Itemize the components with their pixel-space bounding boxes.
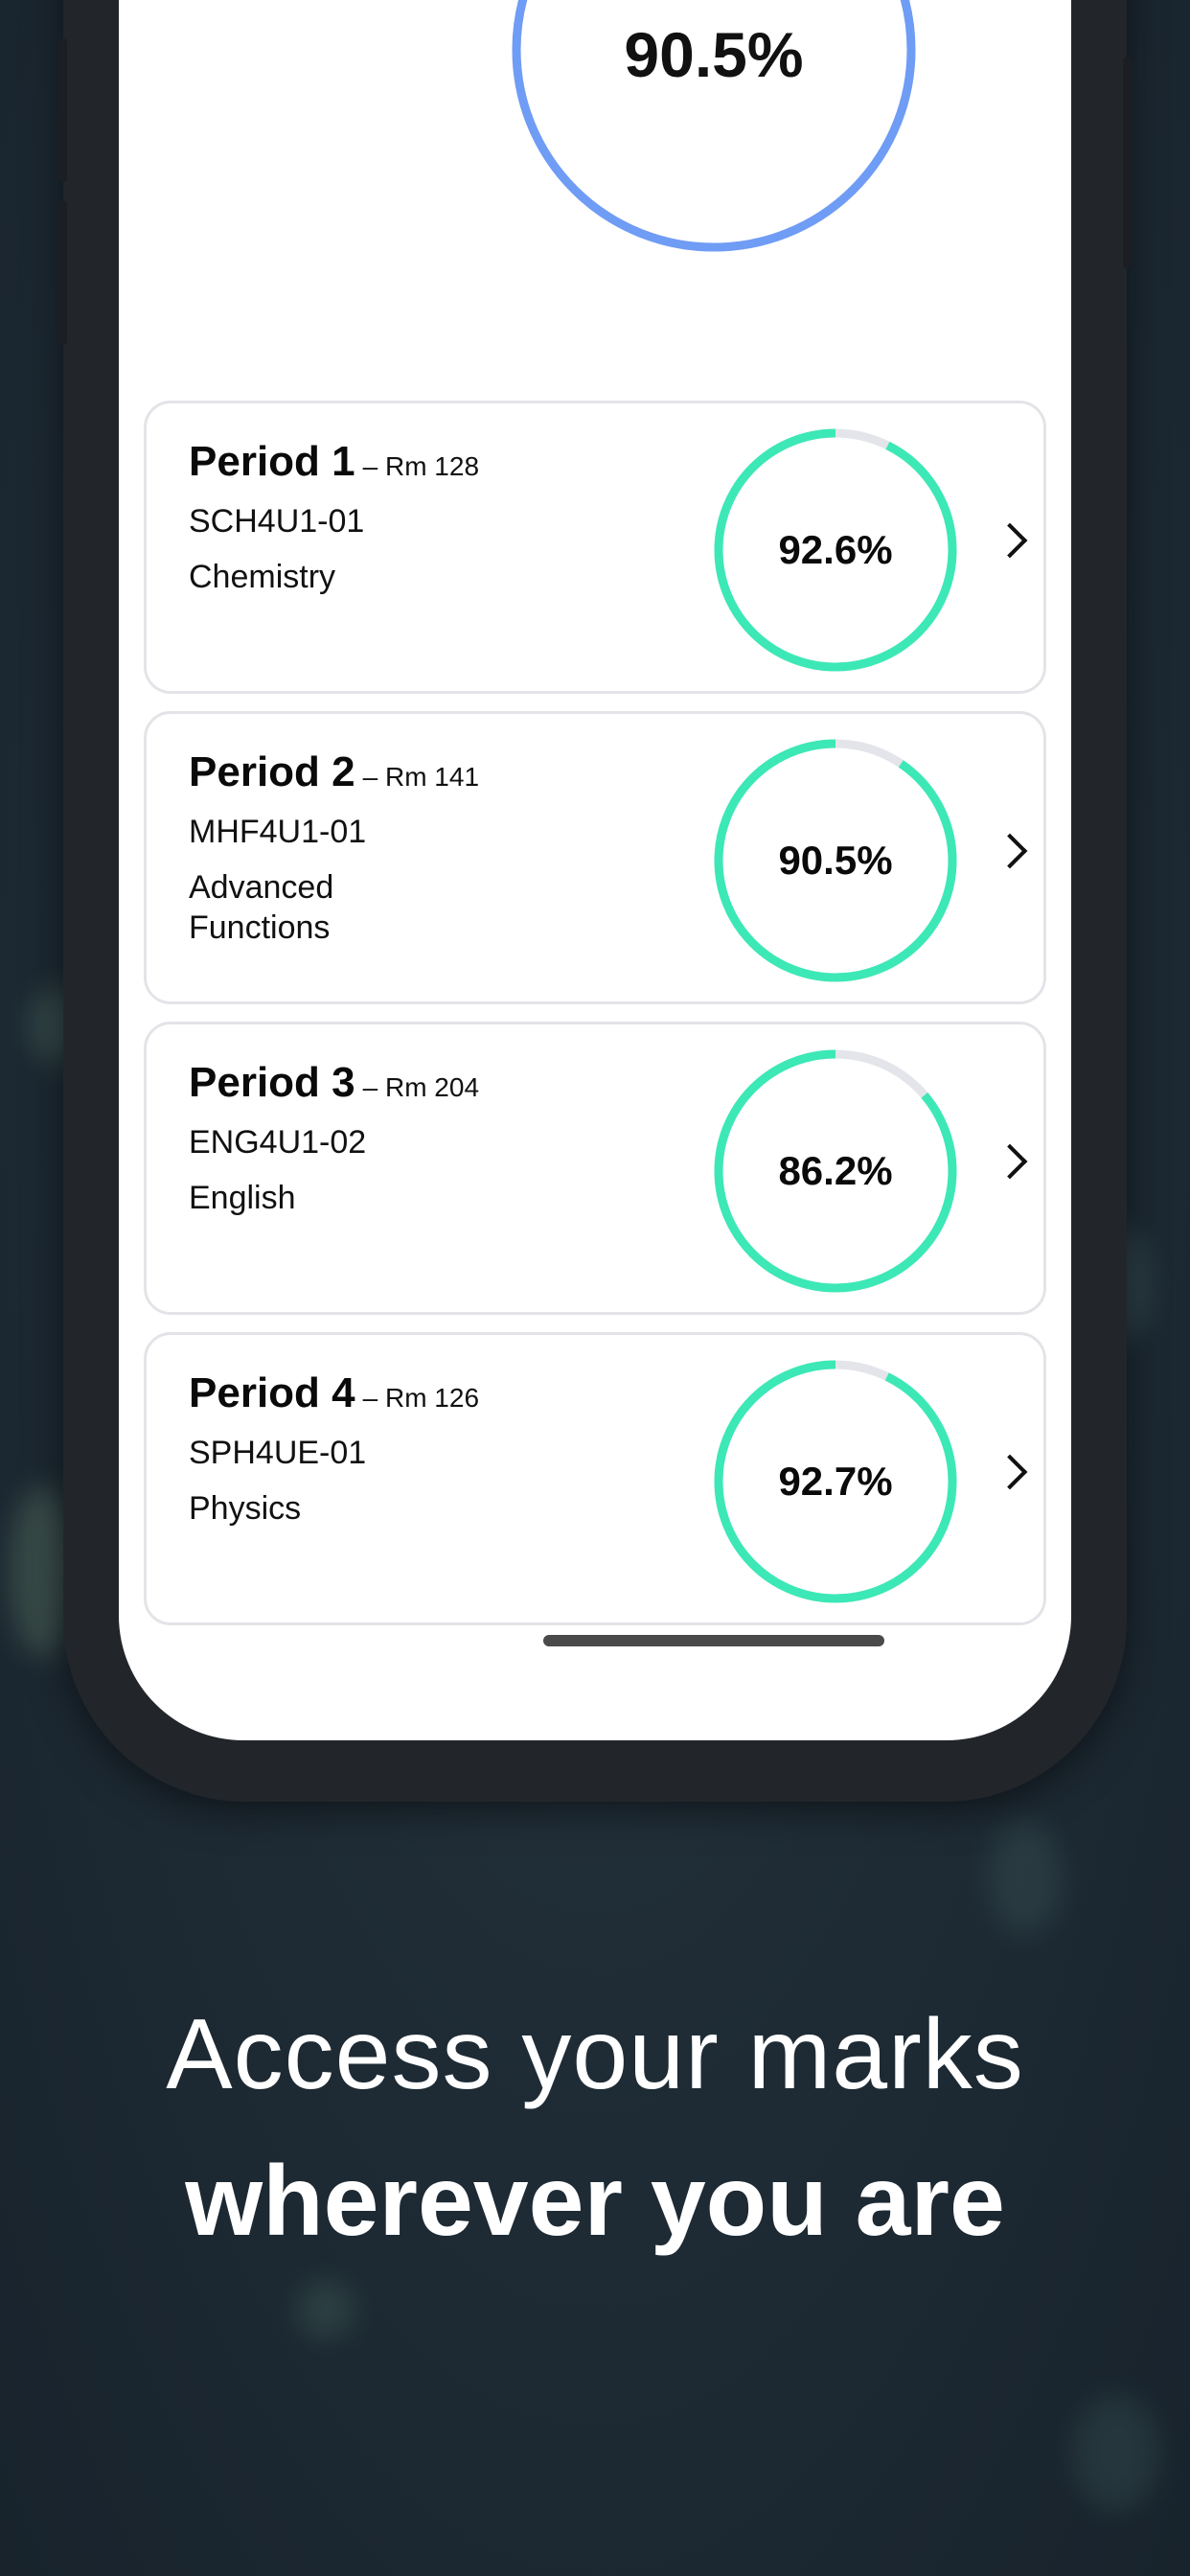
background-bokeh: [987, 1821, 1064, 1936]
course-card[interactable]: Period 2– Rm 141 MHF4U1-01 Advanced Func…: [144, 711, 1046, 1004]
phone-side-button: [57, 201, 67, 345]
overall-average: 90.5%: [512, 0, 916, 259]
course-card[interactable]: Period 4– Rm 126 SPH4UE-01 Physics 92.7%: [144, 1332, 1046, 1625]
course-period: Period 3: [189, 1059, 355, 1106]
tagline-line-2: wherever you are: [185, 2146, 1005, 2257]
course-code: SCH4U1-01: [189, 503, 365, 540]
course-code: ENG4U1-02: [189, 1124, 367, 1161]
chevron-right-icon[interactable]: [992, 833, 1028, 869]
course-mark-value: 92.7%: [778, 1459, 893, 1504]
course-title: Period 3– Rm 204: [189, 1059, 479, 1107]
phone-side-button: [57, 38, 67, 182]
app-screen: 90.5% Period 1– Rm 128 SCH4U1-01 Chemist…: [119, 0, 1071, 1740]
chevron-right-icon[interactable]: [992, 522, 1028, 559]
chevron-right-icon[interactable]: [992, 1143, 1028, 1180]
overall-average-value: 90.5%: [624, 19, 804, 90]
background-bokeh: [297, 2281, 355, 2338]
course-period: Period 4: [189, 1369, 355, 1416]
chevron-right-icon[interactable]: [992, 1454, 1028, 1490]
background-bokeh: [1073, 2396, 1159, 2511]
course-room: – Rm 141: [362, 762, 480, 792]
course-mark-value: 92.6%: [778, 527, 893, 572]
course-title: Period 1– Rm 128: [189, 438, 479, 486]
course-period: Period 2: [189, 748, 355, 795]
course-mark-value: 86.2%: [778, 1148, 893, 1193]
course-name: Physics: [189, 1490, 302, 1527]
course-code: MHF4U1-01: [189, 814, 367, 850]
course-code: SPH4UE-01: [189, 1435, 367, 1471]
course-name: Advanced Functions: [189, 869, 334, 946]
home-indicator[interactable]: [543, 1635, 884, 1646]
course-room: – Rm 204: [362, 1072, 480, 1102]
course-period: Period 1: [189, 438, 355, 485]
course-card[interactable]: Period 3– Rm 204 ENG4U1-02 English 86.2%: [144, 1022, 1046, 1315]
course-name: Chemistry: [189, 559, 336, 595]
phone-side-button: [1123, 58, 1133, 268]
course-title: Period 2– Rm 141: [189, 748, 479, 796]
course-room: – Rm 128: [362, 451, 480, 481]
course-room: – Rm 126: [362, 1383, 480, 1413]
course-title: Period 4– Rm 126: [189, 1369, 479, 1417]
course-name: English: [189, 1180, 296, 1216]
tagline-line-1: Access your marks: [166, 1999, 1024, 2110]
course-card[interactable]: Period 1– Rm 128 SCH4U1-01 Chemistry 92.…: [144, 401, 1046, 694]
course-mark-value: 90.5%: [778, 838, 893, 883]
